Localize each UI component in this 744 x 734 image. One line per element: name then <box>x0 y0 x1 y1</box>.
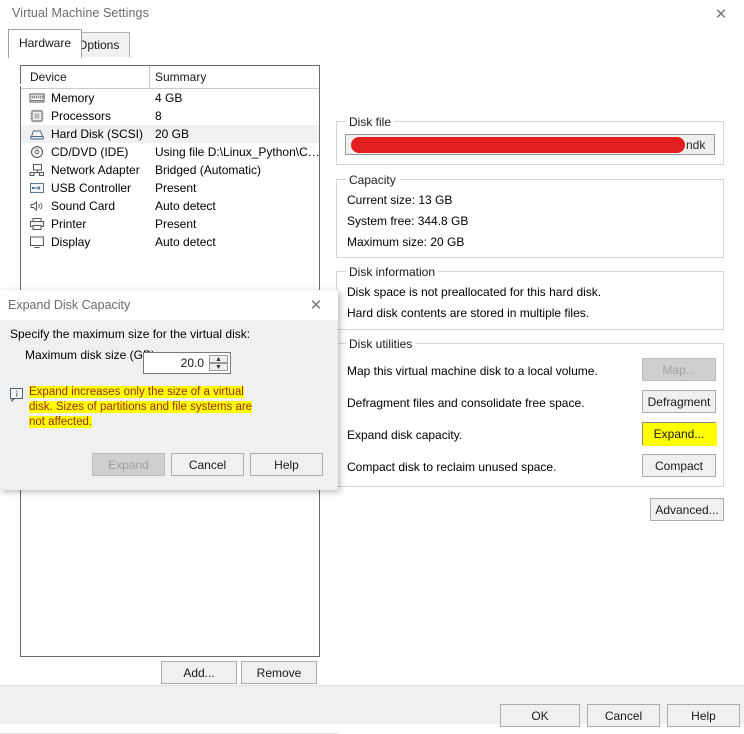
defragment-label: Defragment files and consolidate free sp… <box>347 396 585 410</box>
expand-disk-label: Expand disk capacity. <box>347 428 463 442</box>
dialog-help-button[interactable]: Help <box>250 453 323 476</box>
table-row[interactable]: Printer Present <box>21 215 319 233</box>
tab-strip: Hardware Options <box>0 28 744 86</box>
speaker-icon <box>29 199 45 213</box>
compact-disk-label: Compact disk to reclaim unused space. <box>347 460 557 474</box>
device-name: Memory <box>51 91 95 105</box>
capacity-legend: Capacity <box>346 173 399 187</box>
device-summary: 8 <box>155 109 162 123</box>
device-name: Display <box>51 235 91 249</box>
chevron-up-icon[interactable]: ▲ <box>209 355 228 363</box>
device-summary: Present <box>155 181 197 195</box>
device-summary: Present <box>155 217 197 231</box>
processor-icon <box>29 109 45 123</box>
chevron-down-icon[interactable]: ▼ <box>209 363 228 371</box>
table-row[interactable]: Hard Disk (SCSI) 20 GB <box>21 125 319 143</box>
device-name: CD/DVD (IDE) <box>51 145 129 159</box>
maximum-disk-size-value: 20.0 <box>180 356 204 370</box>
disk-utilities-legend: Disk utilities <box>346 337 416 351</box>
ok-button[interactable]: OK <box>500 704 580 727</box>
optical-disc-icon <box>29 145 45 159</box>
column-header-summary: Summary <box>155 70 207 84</box>
device-name: USB Controller <box>51 181 132 195</box>
disk-file-path-tail: ndk <box>686 138 706 152</box>
table-row[interactable]: USB Controller Present <box>21 179 319 197</box>
capacity-maximum-size: Maximum size: 20 GB <box>347 235 465 249</box>
remove-device-button[interactable]: Remove <box>241 661 317 684</box>
dialog-cancel-button[interactable]: Cancel <box>171 453 244 476</box>
expand-warning-note-text: Expand increases only the size of a virt… <box>29 386 253 428</box>
column-header-device: Device <box>30 70 67 84</box>
expand-button-label: Expand... <box>653 426 705 441</box>
device-name: Sound Card <box>51 199 116 213</box>
device-summary: Auto detect <box>155 235 216 249</box>
disk-information-line-1: Disk space is not preallocated for this … <box>347 285 602 299</box>
window-titlebar: Virtual Machine Settings ✕ <box>0 0 744 28</box>
maximum-disk-size-label: Maximum disk size (GB): <box>25 348 159 362</box>
header-separator <box>149 66 150 88</box>
map-disk-label: Map this virtual machine disk to a local… <box>347 364 598 378</box>
table-row[interactable]: Display Auto detect <box>21 233 319 251</box>
dialog-title: Expand Disk Capacity <box>8 298 131 312</box>
table-row[interactable]: Memory 4 GB <box>21 89 319 107</box>
printer-icon <box>29 217 45 231</box>
device-summary: 20 GB <box>155 127 190 141</box>
map-button[interactable]: Map... <box>642 358 716 381</box>
device-name: Processors <box>51 109 112 123</box>
table-row[interactable]: Sound Card Auto detect <box>21 197 319 215</box>
disk-file-legend: Disk file <box>346 115 395 129</box>
capacity-system-free: System free: 344.8 GB <box>347 214 469 228</box>
cancel-button[interactable]: Cancel <box>587 704 660 727</box>
compact-button[interactable]: Compact <box>642 454 716 477</box>
disk-utilities-group: Disk utilities Map this virtual machine … <box>336 337 724 487</box>
memory-icon <box>29 91 45 105</box>
disk-information-legend: Disk information <box>346 265 439 279</box>
advanced-button[interactable]: Advanced... <box>650 498 724 521</box>
device-summary: Auto detect <box>155 199 216 213</box>
add-device-button[interactable]: Add... <box>161 661 237 684</box>
disk-information-line-2: Hard disk contents are stored in multipl… <box>347 306 590 320</box>
capacity-current-size: Current size: 13 GB <box>347 193 453 207</box>
maximum-disk-size-stepper[interactable]: 20.0 ▲ ▼ <box>143 352 231 374</box>
defragment-button[interactable]: Defragment <box>642 390 716 413</box>
help-button[interactable]: Help <box>667 704 740 727</box>
table-row[interactable]: CD/DVD (IDE) Using file D:\Linux_Python\… <box>21 143 320 161</box>
display-icon <box>29 235 45 249</box>
capacity-group: Capacity Current size: 13 GB System free… <box>336 173 724 258</box>
table-row[interactable]: Network Adapter Bridged (Automatic) <box>21 161 319 179</box>
expand-button[interactable]: Expand... <box>642 422 717 446</box>
close-icon[interactable]: ✕ <box>698 0 744 28</box>
redaction-bar <box>351 137 685 153</box>
dialog-titlebar: Expand Disk Capacity ✕ <box>0 290 338 320</box>
device-name: Network Adapter <box>51 163 140 177</box>
hard-disk-icon <box>29 127 45 141</box>
device-name: Hard Disk (SCSI) <box>51 127 144 141</box>
info-icon <box>10 388 25 403</box>
dialog-prompt: Specify the maximum size for the virtual… <box>10 327 251 341</box>
device-summary: 4 GB <box>155 91 183 105</box>
disk-file-group: Disk file ndk <box>336 115 724 165</box>
device-list-header: Device Summary <box>21 66 319 89</box>
device-name: Printer <box>51 217 87 231</box>
active-tab-mask <box>9 84 63 86</box>
virtual-machine-settings-window: Virtual Machine Settings ✕ Hardware Opti… <box>0 0 744 734</box>
network-adapter-icon <box>29 163 45 177</box>
disk-information-group: Disk information Disk space is not preal… <box>336 265 724 330</box>
expand-warning-note: Expand increases only the size of a virt… <box>29 385 253 430</box>
usb-icon <box>29 181 45 195</box>
close-icon[interactable]: ✕ <box>298 290 334 320</box>
tab-hardware[interactable]: Hardware <box>8 29 83 58</box>
window-title: Virtual Machine Settings <box>12 6 149 20</box>
dialog-expand-button[interactable]: Expand <box>92 453 165 476</box>
table-row[interactable]: Processors 8 <box>21 107 319 125</box>
device-summary: Using file D:\Linux_Python\C… <box>155 145 320 159</box>
disk-file-path-input[interactable]: ndk <box>345 134 715 155</box>
device-summary: Bridged (Automatic) <box>155 163 262 177</box>
